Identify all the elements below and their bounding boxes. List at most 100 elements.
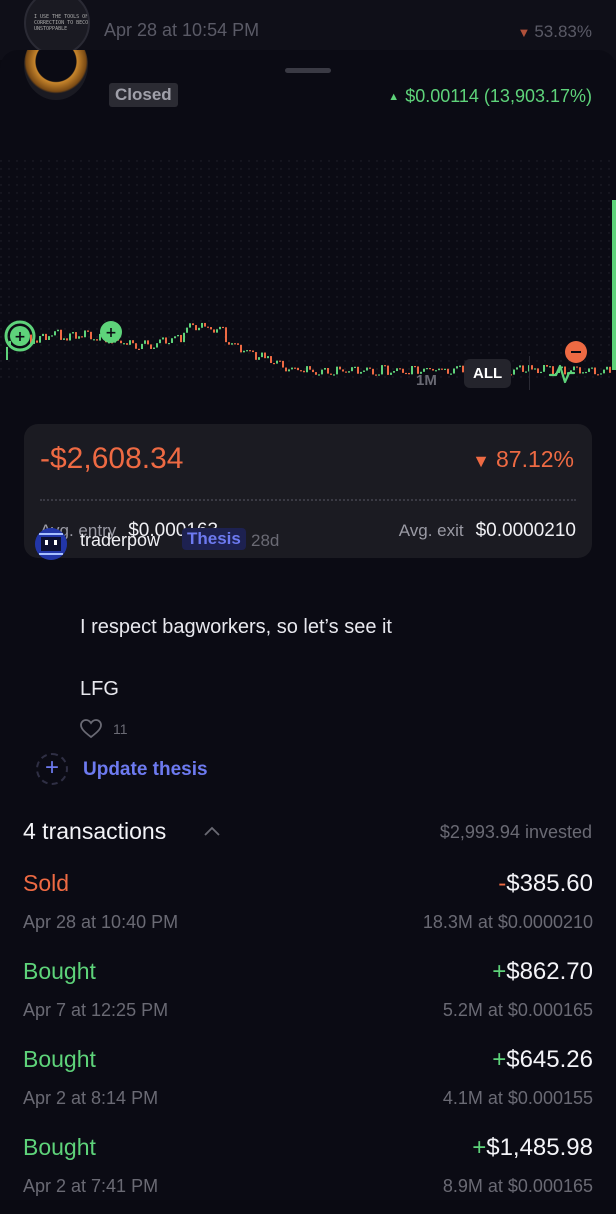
candle [543,365,545,372]
transaction-row[interactable]: Sold -$385.60 Apr 28 at 10:40 PM 18.3M a… [23,870,593,950]
transaction-row[interactable]: Bought +$1,485.98 Apr 2 at 7:41 PM 8.9M … [23,1134,593,1214]
candle [156,343,158,348]
transaction-detail: 18.3M at $0.0000210 [422,912,593,932]
heart-icon[interactable] [80,719,102,739]
candle [333,374,335,376]
candle [78,336,80,339]
candle [609,366,611,373]
candle [261,352,263,358]
candle [450,373,452,375]
candle [378,374,380,376]
comment-username[interactable]: traderpow [80,530,160,551]
transaction-date: Apr 7 at 12:25 PM [23,1000,169,1020]
price-change: ▲ $0.00114 (13,903.17%) [388,86,592,106]
candle [366,367,368,371]
candle [141,343,143,350]
range-1m-button[interactable]: 1M [410,366,443,395]
candle [396,368,398,372]
buy-marker-icon[interactable]: + [4,320,36,352]
candle [123,343,125,345]
candle [372,368,374,375]
transactions-title[interactable]: 4 transactions [23,818,166,845]
chevron-up-icon[interactable] [204,826,220,836]
candle [219,326,221,330]
candle [249,350,251,352]
candle [36,340,38,343]
candle [519,365,521,368]
candle [603,369,605,374]
comment-text: LFG [80,678,119,700]
comment-text: I respect bagworkers, so let’s see it [80,616,392,638]
candle [318,374,320,376]
candle [291,367,293,370]
candle [360,371,362,374]
candle [306,366,308,373]
candle [276,360,278,364]
candle [405,372,407,375]
candle [210,327,212,330]
price-chart[interactable]: + + [0,160,616,380]
candle [258,357,260,360]
transaction-type: Bought [23,1134,96,1160]
candle [537,368,539,374]
candle [84,330,86,338]
candle [594,367,596,375]
plus-icon[interactable]: + [36,753,68,785]
candle [264,352,266,359]
candle [240,344,242,353]
candle [522,365,524,372]
background-avatar-text: I USE THE TOOLS OF CORRECTION TO BECOME … [34,14,89,32]
background-item-date: Apr 28 at 10:54 PM [104,20,260,40]
candle [345,371,347,373]
transaction-detail: 4.1M at $0.000155 [442,1088,593,1108]
candle [180,334,182,343]
candle [513,369,515,375]
candle [294,367,296,369]
divider [529,356,530,390]
candle [63,338,65,340]
pulse-icon[interactable] [548,360,576,388]
candle [60,329,62,340]
transaction-row[interactable]: Bought +$645.26 Apr 2 at 8:14 PM 4.1M at… [23,1046,593,1126]
candle [288,369,290,372]
down-arrow-icon: ▼ [472,451,490,471]
candle [534,368,536,370]
candle [297,367,299,371]
candle [324,367,326,370]
candle [381,365,383,375]
candle [585,371,587,374]
candle [354,366,356,368]
candle [96,339,98,341]
transaction-row[interactable]: Bought +$862.70 Apr 7 at 12:25 PM 5.2M a… [23,958,593,1038]
candle [138,348,140,350]
candle [369,367,371,369]
token-avatar [24,50,90,102]
transaction-amount: +$862.70 [492,958,593,985]
transaction-amount: +$1,485.98 [472,1134,593,1161]
candle [279,360,281,362]
update-thesis-button[interactable]: Update thesis [83,759,208,781]
candle [453,368,455,374]
position-sheet: Closed ▲ $0.00114 (13,903.17%) + + 1M ALL [0,50,616,1200]
candle [81,336,83,338]
candle [234,343,236,345]
candle [48,336,50,340]
avatar[interactable] [35,528,67,560]
candle [162,337,164,340]
candle [132,340,134,344]
buy-marker-icon[interactable]: + [100,321,122,343]
transaction-date: Apr 2 at 7:41 PM [23,1176,159,1196]
candle [126,343,128,345]
chart-grid [0,160,616,380]
candle [144,340,146,344]
candle [384,365,386,367]
svg-text:+: + [105,325,117,341]
transaction-type: Sold [23,870,70,896]
candle [75,332,77,339]
range-all-button[interactable]: ALL [464,359,512,388]
pnl-percent: ▼ 87.12% [472,446,574,472]
candle [222,326,224,329]
sheet-drag-handle[interactable] [285,68,331,73]
pnl-value: -$2,608.34 [40,442,184,475]
candle [153,347,155,349]
